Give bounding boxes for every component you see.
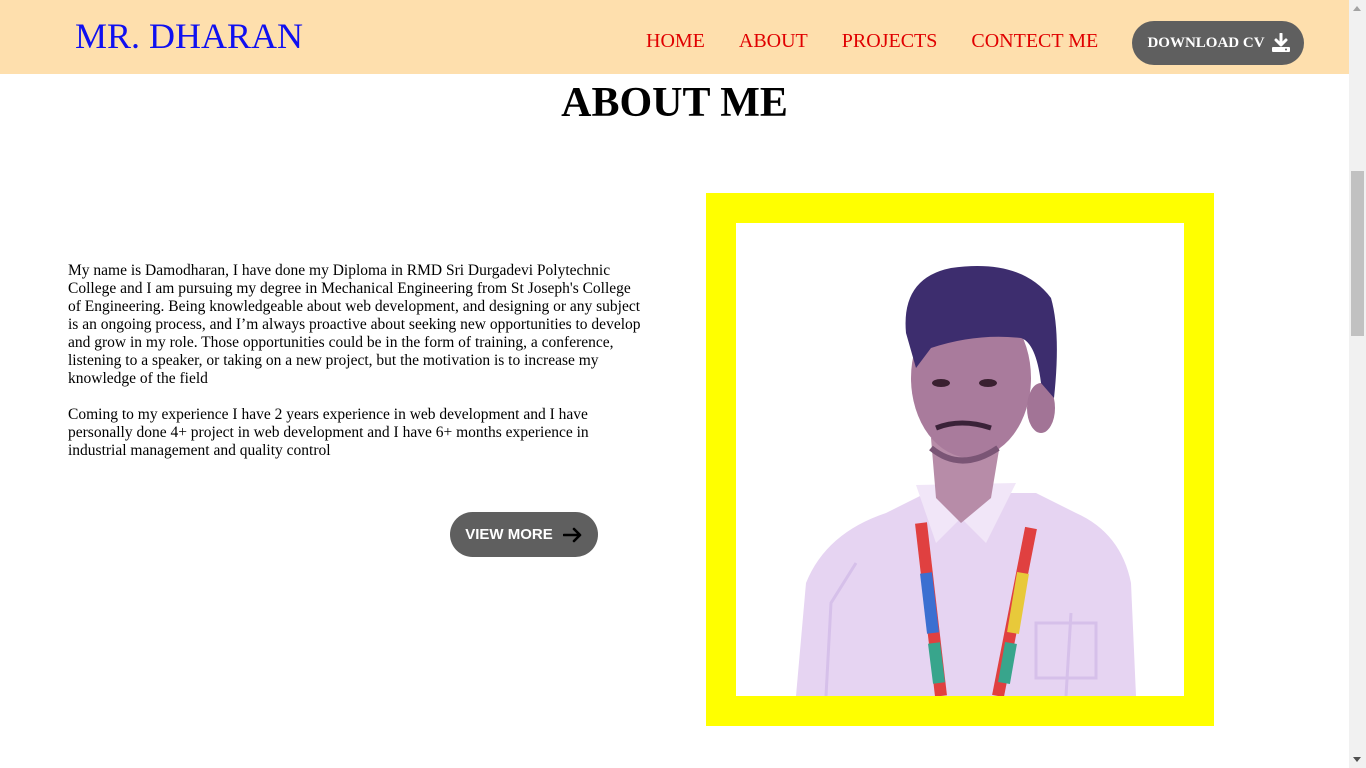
profile-photo: [736, 223, 1184, 696]
profile-photo-illustration: [796, 266, 1136, 696]
nav-contact[interactable]: CONTECT ME: [971, 29, 1098, 53]
nav-home[interactable]: HOME: [646, 29, 705, 53]
about-paragraph: My name is Damodharan, I have done my Di…: [68, 262, 641, 387]
nav-links: HOME ABOUT PROJECTS CONTECT ME: [646, 29, 1132, 53]
nav-about[interactable]: ABOUT: [739, 29, 808, 53]
about-paragraph: Coming to my experience I have 2 years e…: [68, 406, 589, 459]
scroll-down-icon[interactable]: [1353, 757, 1361, 762]
download-cv-label: DOWNLOAD CV: [1147, 34, 1265, 51]
view-more-label: VIEW MORE: [465, 526, 553, 543]
download-cv-button[interactable]: DOWNLOAD CV: [1132, 21, 1304, 65]
about-text: My name is Damodharan, I have done my Di…: [68, 262, 643, 478]
photo-frame: [706, 193, 1214, 726]
vertical-scrollbar[interactable]: [1349, 0, 1366, 768]
download-icon: [1271, 33, 1290, 52]
scroll-thumb[interactable]: [1351, 171, 1364, 336]
page: MR. DHARAN HOME ABOUT PROJECTS CONTECT M…: [0, 0, 1366, 768]
scroll-up-icon[interactable]: [1353, 6, 1361, 11]
arrow-right-icon: [562, 527, 582, 542]
brand-logo[interactable]: MR. DHARAN: [75, 14, 303, 58]
view-more-button[interactable]: VIEW MORE: [450, 512, 598, 557]
nav-projects[interactable]: PROJECTS: [842, 29, 938, 53]
about-title: ABOUT ME: [561, 80, 788, 126]
navbar: MR. DHARAN HOME ABOUT PROJECTS CONTECT M…: [0, 0, 1349, 74]
